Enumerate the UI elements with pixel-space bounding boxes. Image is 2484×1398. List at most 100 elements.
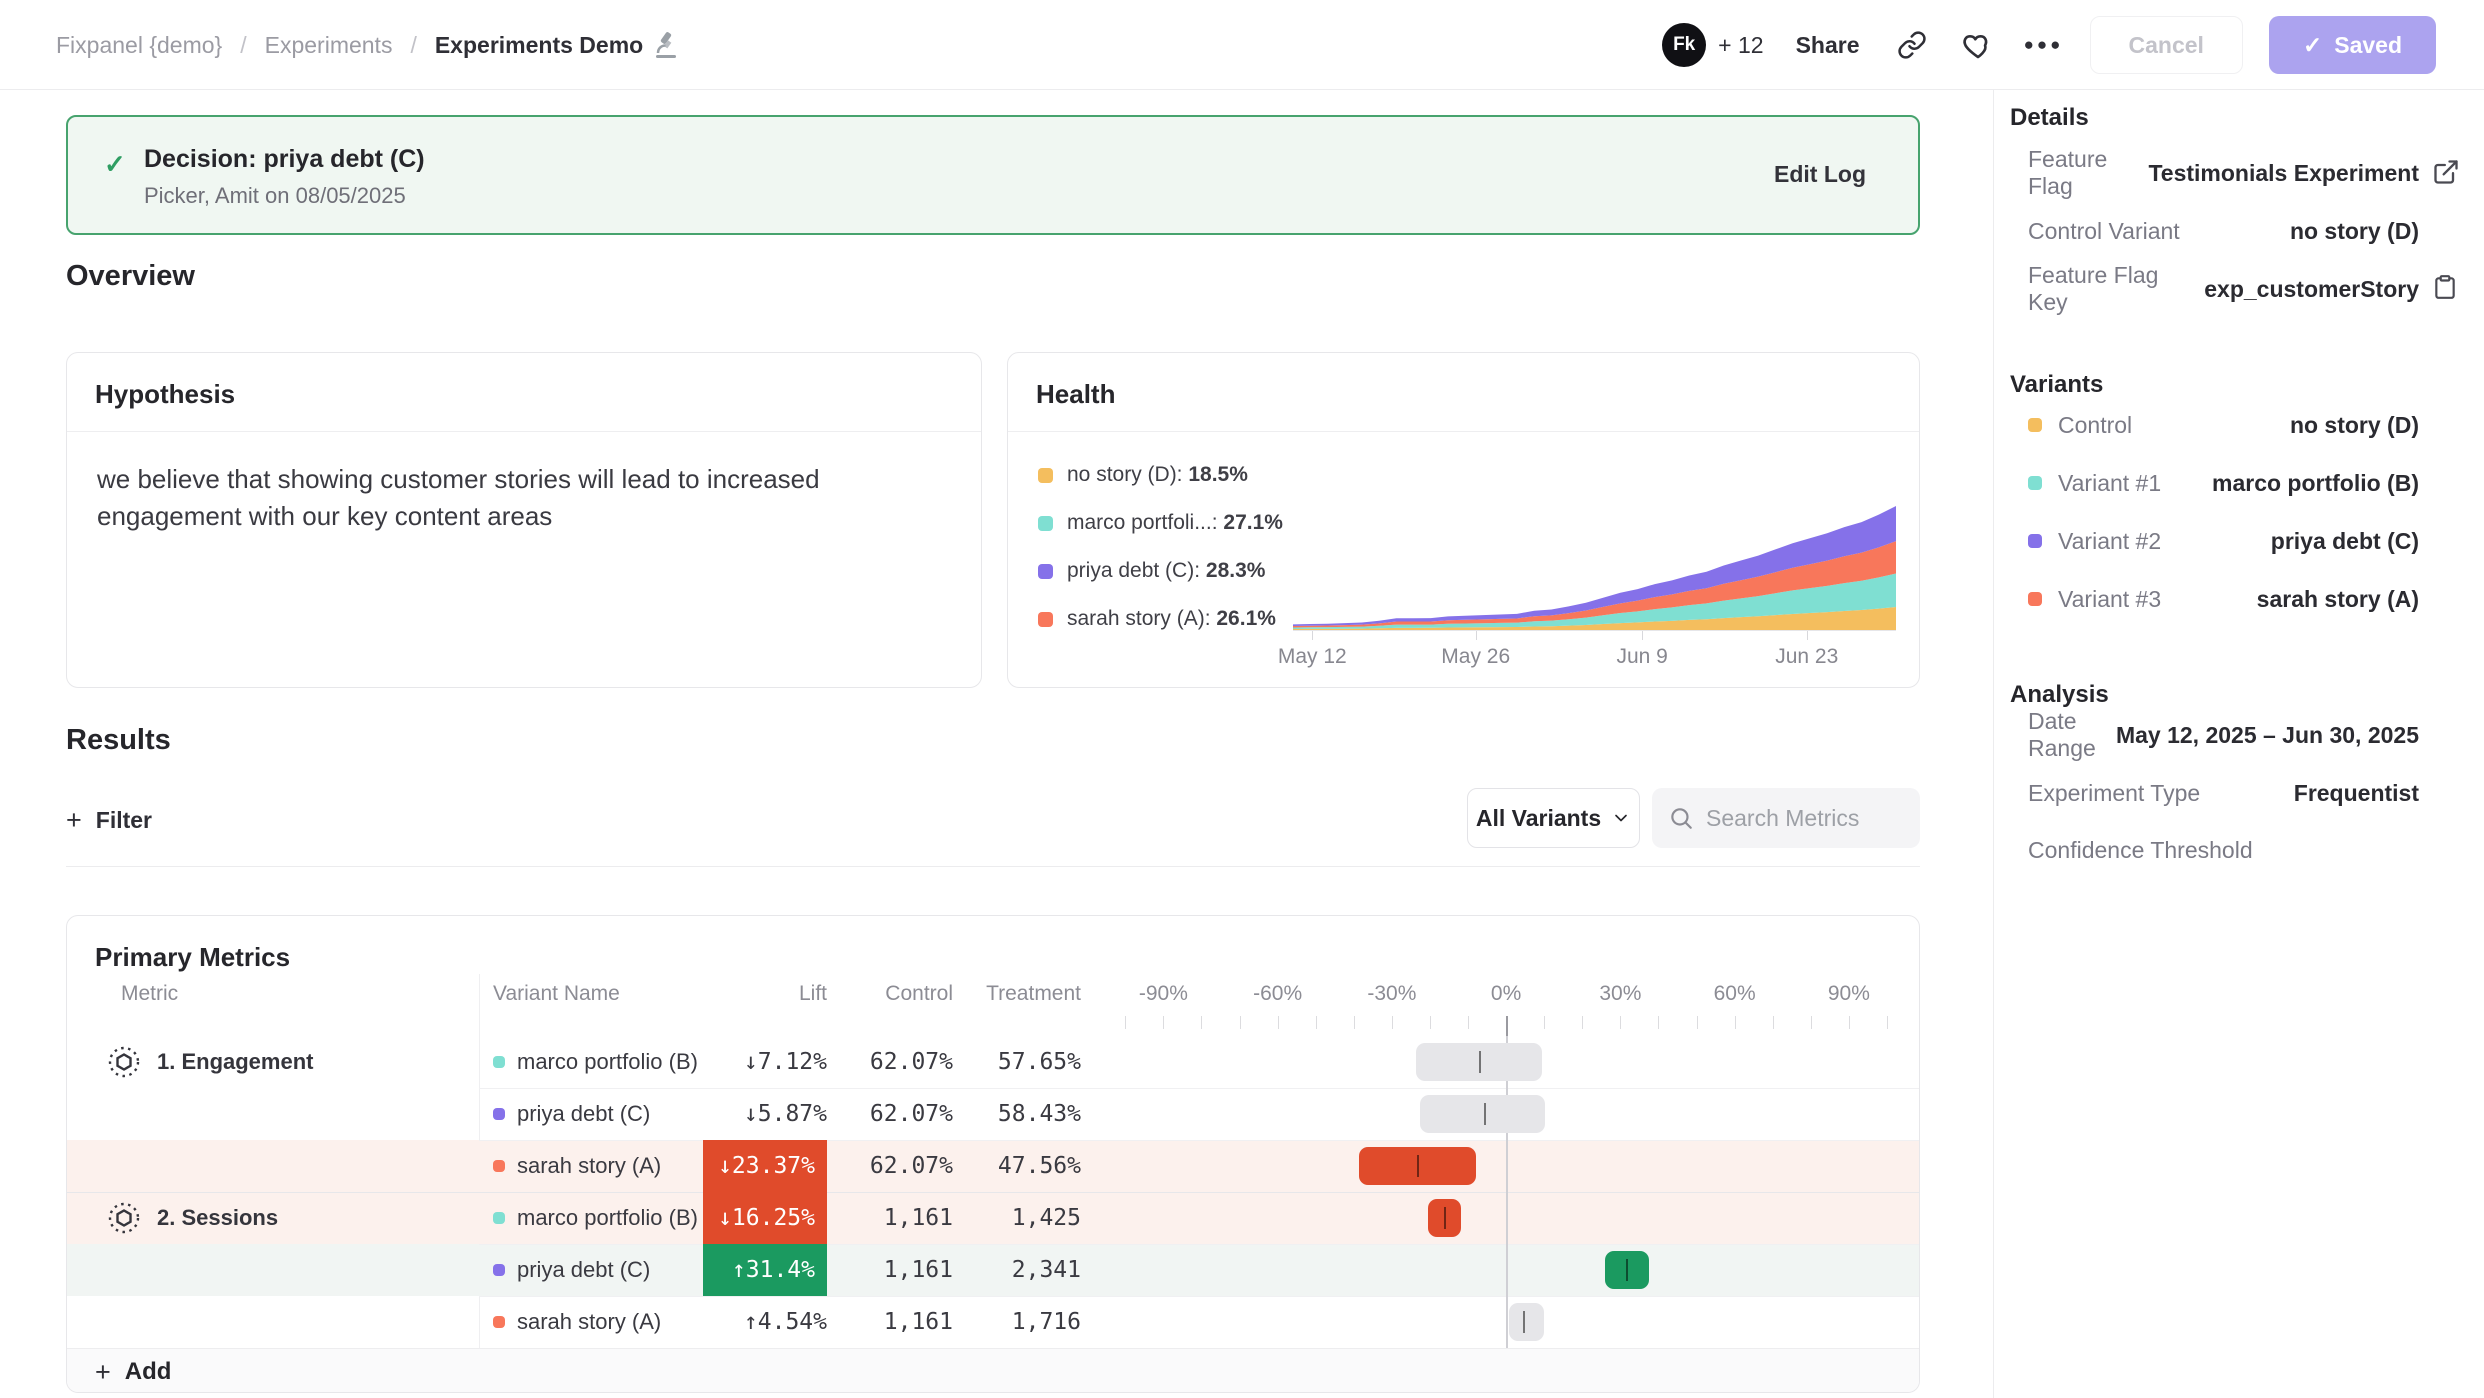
legend-swatch bbox=[1038, 468, 1053, 483]
minor-tick bbox=[1468, 1016, 1469, 1029]
confidence-interval-bar bbox=[1428, 1199, 1461, 1237]
x-axis-label: May 12 bbox=[1278, 645, 1347, 669]
experiment-type-label: Experiment Type bbox=[2028, 780, 2200, 807]
feature-flag-value[interactable]: Testimonials Experiment bbox=[2148, 160, 2419, 187]
variant-name: priya debt (C) bbox=[517, 1257, 650, 1283]
avatar[interactable]: Fk bbox=[1662, 23, 1706, 67]
minor-tick bbox=[1201, 1016, 1202, 1029]
confidence-threshold-label: Confidence Threshold bbox=[2028, 837, 2253, 864]
variant-row: Controlno story (D) bbox=[2028, 403, 2419, 447]
breadcrumb-separator: / bbox=[410, 32, 416, 59]
hypothesis-card: Hypothesis we believe that showing custo… bbox=[66, 352, 982, 688]
health-area-chart bbox=[1293, 506, 1896, 630]
control-value: 62.07% bbox=[870, 1140, 953, 1192]
control-variant-row: Control Variant no story (D) bbox=[2028, 209, 2419, 253]
copy-link-icon[interactable] bbox=[1892, 25, 1932, 65]
table-footer: + Add bbox=[67, 1348, 1920, 1393]
details-sidebar: Details Feature Flag Testimonials Experi… bbox=[1993, 90, 2484, 1398]
favorite-heart-icon[interactable] bbox=[1958, 25, 1998, 65]
saved-button[interactable]: ✓ Saved bbox=[2269, 16, 2436, 74]
variants-heading: Variants bbox=[2010, 371, 2103, 399]
col-treatment: Treatment bbox=[986, 982, 1081, 1006]
variant-label: Control bbox=[2058, 412, 2132, 439]
minor-tick bbox=[1278, 1016, 1279, 1029]
minor-tick bbox=[1392, 1016, 1393, 1029]
metric-name: 1. Engagement bbox=[157, 1049, 313, 1075]
search-metrics-box bbox=[1652, 788, 1920, 848]
minor-tick bbox=[1735, 1016, 1736, 1029]
collaborator-count[interactable]: + 12 bbox=[1718, 32, 1763, 59]
minor-tick bbox=[1430, 1016, 1431, 1029]
x-axis-tick bbox=[1312, 631, 1313, 640]
metric-name: 2. Sessions bbox=[157, 1205, 278, 1231]
divider bbox=[66, 866, 1920, 867]
ci-axis-label: 60% bbox=[1714, 982, 1756, 1006]
variant-color-dot bbox=[493, 1264, 505, 1276]
metric-table-row[interactable]: sarah story (A)↑4.54%1,1611,716 bbox=[67, 1296, 1920, 1348]
variant-color-dot bbox=[493, 1160, 505, 1172]
metric-table-row[interactable]: sarah story (A)↓23.37%62.07%47.56% bbox=[67, 1140, 1920, 1192]
goal-metric-icon bbox=[107, 1201, 141, 1235]
treatment-value: 58.43% bbox=[998, 1088, 1081, 1140]
feature-flag-key-label: Feature Flag Key bbox=[2028, 262, 2204, 316]
ci-axis-label: 30% bbox=[1599, 982, 1641, 1006]
variant-row: Variant #1marco portfolio (B) bbox=[2028, 461, 2419, 505]
divider bbox=[1008, 431, 1919, 432]
minor-tick bbox=[1849, 1016, 1850, 1029]
clipboard-copy-icon[interactable] bbox=[2432, 274, 2462, 304]
chart-baseline bbox=[1293, 630, 1896, 631]
ci-median-line bbox=[1626, 1259, 1628, 1281]
minor-tick bbox=[1773, 1016, 1774, 1029]
add-metric-button[interactable]: + Add bbox=[95, 1349, 171, 1393]
lift-value-highlight: ↓16.25% bbox=[703, 1192, 827, 1244]
treatment-value: 1,716 bbox=[1012, 1296, 1081, 1348]
cancel-button[interactable]: Cancel bbox=[2090, 16, 2243, 74]
all-variants-dropdown[interactable]: All Variants bbox=[1467, 788, 1640, 848]
x-axis-tick bbox=[1807, 631, 1808, 640]
zero-tick bbox=[1506, 1016, 1508, 1036]
treatment-value: 1,425 bbox=[1012, 1192, 1081, 1244]
control-variant-label: Control Variant bbox=[2028, 218, 2180, 245]
external-link-icon[interactable] bbox=[2432, 158, 2462, 188]
x-axis-label: May 26 bbox=[1441, 645, 1510, 669]
check-icon: ✓ bbox=[104, 149, 126, 180]
legend-label: marco portfoli...: 27.1% bbox=[1067, 511, 1283, 535]
variant-row-left: Variant #2 bbox=[2028, 528, 2161, 555]
metric-table-row[interactable]: marco portfolio (B)↓7.12%62.07%57.65% bbox=[67, 1036, 1920, 1088]
primary-metrics-title: Primary Metrics bbox=[95, 942, 290, 973]
date-range-value: May 12, 2025 – Jun 30, 2025 bbox=[2116, 722, 2419, 749]
col-metric: Metric bbox=[121, 982, 178, 1006]
legend-label: priya debt (C): 28.3% bbox=[1067, 559, 1265, 583]
variant-value: marco portfolio (B) bbox=[2212, 470, 2419, 497]
variant-row: Variant #3sarah story (A) bbox=[2028, 577, 2419, 621]
metric-table-row[interactable]: priya debt (C)↑31.4%1,1612,341 bbox=[67, 1244, 1920, 1296]
microscope-icon bbox=[653, 30, 679, 60]
variant-label: Variant #2 bbox=[2058, 528, 2161, 555]
breadcrumb-experiments[interactable]: Experiments bbox=[265, 32, 393, 59]
minor-tick bbox=[1697, 1016, 1698, 1029]
check-icon: ✓ bbox=[2303, 32, 2322, 59]
share-button[interactable]: Share bbox=[1790, 32, 1866, 59]
metric-table-row[interactable]: marco portfolio (B)↓16.25%1,1611,425 bbox=[67, 1192, 1920, 1244]
x-axis-label: Jun 9 bbox=[1616, 645, 1667, 669]
chevron-down-icon bbox=[1611, 808, 1631, 828]
header-actions: Fk + 12 Share ●●● Cancel ✓ Saved bbox=[1662, 0, 2436, 90]
breadcrumb-project[interactable]: Fixpanel {demo} bbox=[56, 32, 222, 59]
ci-median-line bbox=[1523, 1311, 1525, 1333]
variant-color-dot bbox=[493, 1056, 505, 1068]
results-heading: Results bbox=[66, 724, 171, 757]
variant-color-dot bbox=[2028, 476, 2042, 490]
search-metrics-input[interactable] bbox=[1706, 805, 1886, 832]
decision-banner: ✓ Decision: priya debt (C) Picker, Amit … bbox=[66, 115, 1920, 235]
legend-swatch bbox=[1038, 612, 1053, 627]
variant-label: Variant #3 bbox=[2058, 586, 2161, 613]
ci-median-line bbox=[1417, 1155, 1419, 1177]
divider bbox=[67, 431, 981, 432]
lift-value: ↓5.87% bbox=[744, 1088, 827, 1140]
edit-log-button[interactable]: Edit Log bbox=[1774, 161, 1866, 188]
add-filter-button[interactable]: + Filter bbox=[66, 792, 152, 848]
variant-name: sarah story (A) bbox=[517, 1153, 661, 1179]
zero-gridline bbox=[1506, 1036, 1508, 1348]
metric-table-row[interactable]: priya debt (C)↓5.87%62.07%58.43% bbox=[67, 1088, 1920, 1140]
more-options-icon[interactable]: ●●● bbox=[2024, 25, 2064, 65]
